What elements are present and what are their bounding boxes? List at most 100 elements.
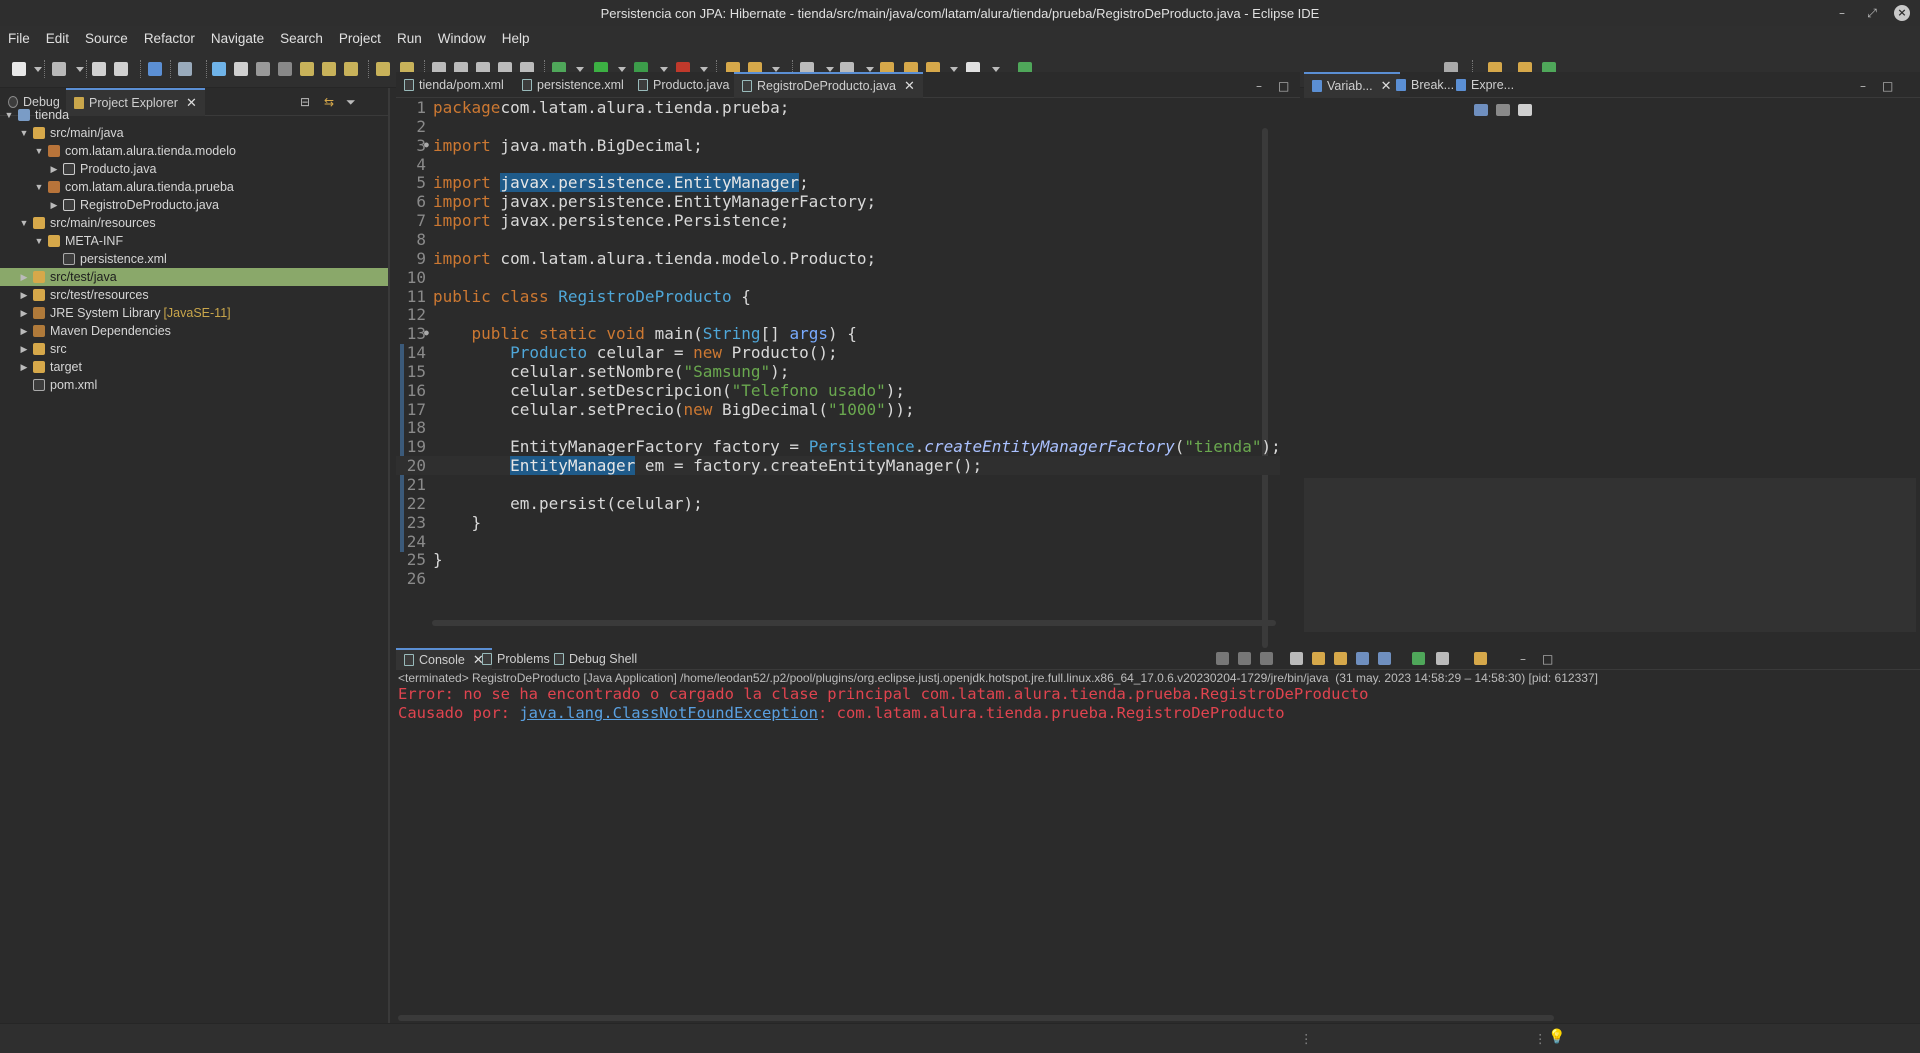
tree-item[interactable]: ▼ com.latam.alura.tienda.prueba [0, 178, 388, 196]
tip-bulb-icon[interactable]: 💡 [1548, 1029, 1565, 1045]
menu-refactor[interactable]: Refactor [144, 31, 195, 46]
code-line: 12 [396, 305, 1280, 324]
new-icon[interactable] [12, 62, 26, 76]
step-return-icon[interactable] [344, 62, 358, 76]
editor-tab[interactable]: persistence.xml [514, 72, 632, 98]
tree-item[interactable]: ▶ JRE System Library [JavaSE-11] [0, 304, 388, 322]
terminate-icon[interactable] [1216, 652, 1229, 665]
console-view-menu-icon[interactable] [1436, 652, 1449, 665]
menu-source[interactable]: Source [85, 31, 128, 46]
scroll-lock-icon[interactable] [1290, 652, 1303, 665]
close-window-icon[interactable]: × [1894, 5, 1910, 21]
new-project-icon[interactable] [52, 62, 66, 76]
fold-marker-icon[interactable]: ● [424, 135, 429, 154]
close-tab-icon[interactable]: ✕ [904, 78, 915, 94]
collapsed-arrow-icon[interactable]: ▶ [19, 272, 29, 283]
drop-to-frame-icon[interactable] [376, 62, 390, 76]
variable-details-pane[interactable] [1304, 478, 1916, 632]
menu-navigate[interactable]: Navigate [211, 31, 264, 46]
dropdown-arrow-icon[interactable] [76, 67, 84, 72]
step-over-icon[interactable] [322, 62, 336, 76]
collapsed-arrow-icon[interactable]: ▶ [49, 200, 59, 211]
save-icon[interactable] [92, 62, 106, 76]
dropdown-arrow-icon[interactable] [34, 67, 42, 72]
terminate-icon[interactable] [256, 62, 270, 76]
tab-expressions[interactable]: Expre... [1448, 72, 1522, 98]
tree-item[interactable]: ▶ src/test/resources [0, 286, 388, 304]
expanded-arrow-icon[interactable]: ▼ [19, 218, 29, 228]
collapsed-arrow-icon[interactable]: ▶ [49, 164, 59, 175]
status-menu-icon[interactable]: ⋮ [1534, 1031, 1547, 1046]
disconnect-icon[interactable] [278, 62, 292, 76]
console-horizontal-scrollbar[interactable] [398, 1015, 1554, 1021]
step-into-icon[interactable] [300, 62, 314, 76]
editor-tab[interactable]: RegistroDeProducto.java ✕ [734, 72, 923, 98]
expanded-arrow-icon[interactable]: ▼ [4, 110, 14, 120]
tab-variables[interactable]: Variab... ✕ [1304, 72, 1400, 98]
tree-item[interactable]: ▶ Producto.java [0, 160, 388, 178]
menu-project[interactable]: Project [339, 31, 381, 46]
menu-file[interactable]: File [8, 31, 30, 46]
tree-item[interactable]: ▼ META-INF [0, 232, 388, 250]
tree-item[interactable]: ▼ com.latam.alura.tienda.modelo [0, 142, 388, 160]
show-console-icon[interactable] [1378, 652, 1391, 665]
menu-window[interactable]: Window [438, 31, 486, 46]
collapsed-arrow-icon[interactable]: ▶ [19, 344, 29, 355]
editor-tab[interactable]: tienda/pom.xml [396, 72, 512, 98]
tree-item[interactable]: ▼ tienda [0, 106, 388, 124]
resume-icon[interactable] [212, 62, 226, 76]
expanded-arrow-icon[interactable]: ▼ [34, 236, 44, 246]
open-perspective-icon[interactable] [148, 62, 162, 76]
code-token: BigDecimal( [712, 399, 828, 419]
menu-run[interactable]: Run [397, 31, 422, 46]
remove-all-terminated-icon[interactable] [1260, 652, 1273, 665]
expanded-arrow-icon[interactable]: ▼ [19, 128, 29, 138]
maximize-panel-icon[interactable]: □ [1278, 79, 1289, 93]
collapsed-arrow-icon[interactable]: ▶ [19, 362, 29, 373]
exception-link[interactable]: java.lang.ClassNotFoundException [519, 704, 818, 722]
expanded-arrow-icon[interactable]: ▼ [34, 182, 44, 192]
pin-console-icon[interactable] [1356, 652, 1369, 665]
tree-item[interactable]: ▶ src [0, 340, 388, 358]
collapsed-arrow-icon[interactable]: ▶ [19, 326, 29, 337]
collapsed-arrow-icon[interactable]: ▶ [19, 290, 29, 301]
menu-help[interactable]: Help [502, 31, 530, 46]
tree-item[interactable]: ▶ Maven Dependencies [0, 322, 388, 340]
show-logical-structure-icon[interactable] [1496, 104, 1510, 116]
tree-item[interactable]: ▼ src/main/resources [0, 214, 388, 232]
show-type-names-icon[interactable] [1474, 104, 1488, 116]
minimize-panel-icon[interactable]: – [1256, 79, 1262, 93]
word-wrap-icon[interactable] [1312, 652, 1325, 665]
tab-debug-shell[interactable]: Debug Shell [546, 648, 645, 670]
collapse-all-icon[interactable] [1518, 104, 1532, 116]
editor-tab[interactable]: Producto.java [630, 72, 737, 98]
code-editor[interactable]: 1 packagecom.latam.alura.tienda.prueba; 2 3… [396, 98, 1281, 648]
menu-search[interactable]: Search [280, 31, 323, 46]
menu-edit[interactable]: Edit [46, 31, 69, 46]
tree-item[interactable]: ▶ target [0, 358, 388, 376]
expanded-arrow-icon[interactable]: ▼ [34, 146, 44, 156]
skip-breakpoints-icon[interactable] [178, 62, 192, 76]
tree-item[interactable]: persistence.xml [0, 250, 388, 268]
maximize-panel-icon[interactable]: □ [1882, 79, 1893, 93]
display-selected-console-icon[interactable] [1412, 652, 1425, 665]
code-token: Persistence [808, 437, 915, 457]
restore-icon[interactable]: ⤢ [1864, 6, 1880, 21]
tree-item[interactable]: ▶ RegistroDeProducto.java [0, 196, 388, 214]
tree-item[interactable]: ▶ src/test/java [0, 268, 388, 286]
suspend-icon[interactable] [234, 62, 248, 76]
save-all-icon[interactable] [114, 62, 128, 76]
open-console-icon[interactable] [1474, 652, 1487, 665]
clear-console-icon[interactable] [1334, 652, 1347, 665]
collapsed-arrow-icon[interactable]: ▶ [19, 308, 29, 319]
minimize-panel-icon[interactable]: – [1860, 79, 1866, 93]
maximize-panel-icon[interactable]: □ [1542, 652, 1553, 666]
minimize-panel-icon[interactable]: – [1520, 652, 1526, 666]
tree-item[interactable]: ▼ src/main/java [0, 124, 388, 142]
minimize-icon[interactable]: – [1834, 6, 1850, 20]
fold-marker-icon[interactable]: ● [424, 323, 429, 342]
remove-launch-icon[interactable] [1238, 652, 1251, 665]
tree-item[interactable]: pom.xml [0, 376, 388, 394]
editor-horizontal-scrollbar[interactable] [432, 620, 1276, 626]
